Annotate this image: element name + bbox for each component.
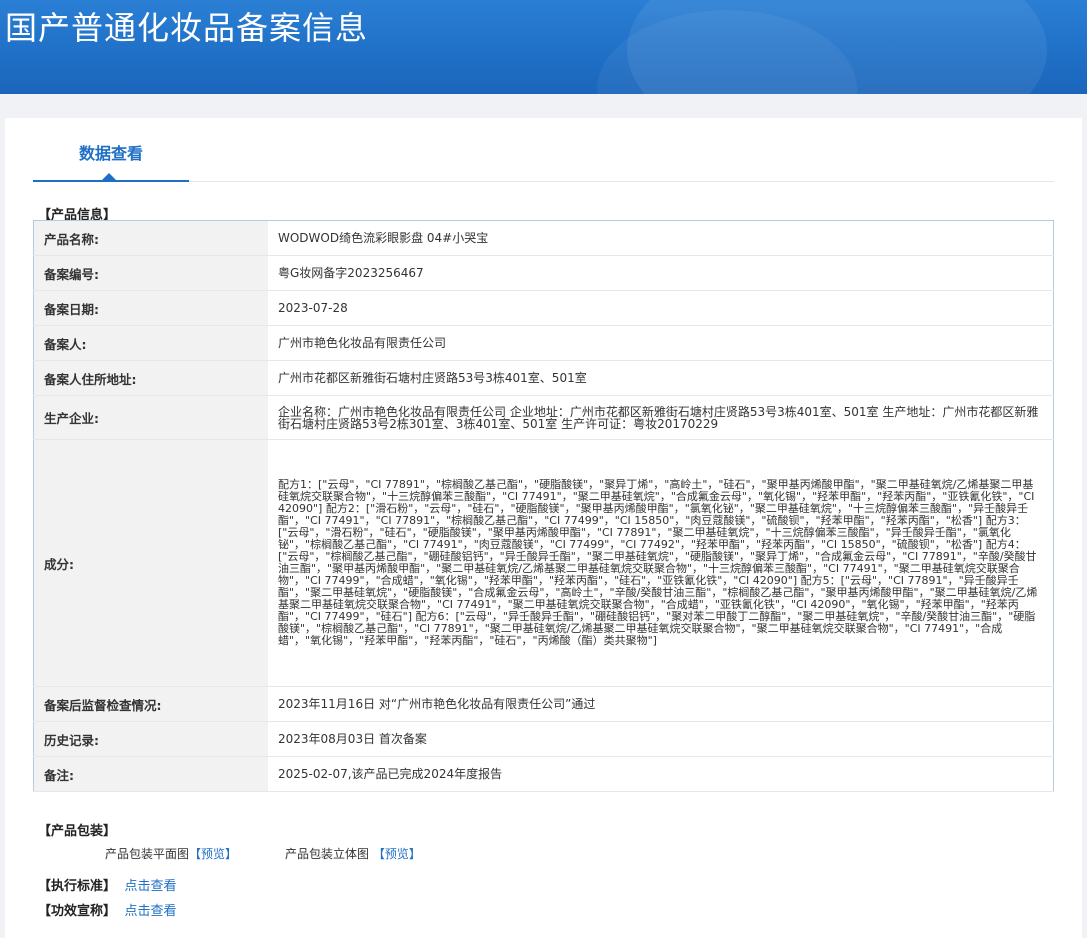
filing-number-value: 粤G妆网备字2023256467 [268,255,1054,291]
packaging-stereo-label: 产品包装立体图 [285,847,370,861]
content-panel: 数据查看 【产品信息】 产品名称: WODWOD绮色流彩眼影盘 04#小哭宝 备… [5,118,1082,938]
efficacy-view-link[interactable]: 点击查看 [125,904,177,919]
row-label: 生产企业: [33,395,268,440]
row-label: 备案后监督检查情况: [33,686,268,722]
packaging-flat: 产品包装平面图【预览】 [105,845,237,862]
table-row: 备案人: 广州市艳色化妆品有限责任公司 [33,325,1054,361]
row-label: 备注: [33,756,268,792]
tab-caret-icon [102,173,116,180]
row-label: 备案日期: [33,290,268,326]
row-label: 备案人住所地址: [33,360,268,396]
table-row: 成分: 配方1：["云母"，"CI 77891"，"棕榈酸乙基己酯"，"硬脂酸镁… [33,439,1054,687]
packaging-title: 【产品包装】 [38,824,117,839]
remark-value: 2025-02-07,该产品已完成2024年度报告 [268,756,1054,792]
table-row: 备注: 2025-02-07,该产品已完成2024年度报告 [33,756,1054,792]
page-header: 国产普通化妆品备案信息 [0,0,1087,94]
packaging-stereo-preview-link[interactable]: 【预览】 [373,847,421,861]
table-row: 生产企业: 企业名称：广州市艳色化妆品有限责任公司 企业地址：广州市花都区新雅街… [33,395,1054,440]
filer-value: 广州市艳色化妆品有限责任公司 [268,325,1054,361]
table-row: 备案日期: 2023-07-28 [33,290,1054,326]
inspection-value: 2023年11月16日 对“广州市艳色化妆品有限责任公司”通过 [268,686,1054,722]
ingredients-value: 配方1：["云母"，"CI 77891"，"棕榈酸乙基己酯"，"硬脂酸镁"，"聚… [268,439,1054,687]
row-label: 成分: [33,439,268,687]
table-row: 历史记录: 2023年08月03日 首次备案 [33,721,1054,757]
row-label: 产品名称: [33,220,268,256]
tab-active-underline [33,180,189,182]
history-value: 2023年08月03日 首次备案 [268,721,1054,757]
row-label: 历史记录: [33,721,268,757]
standard-title: 【执行标准】 [38,879,117,894]
table-row: 产品名称: WODWOD绮色流彩眼影盘 04#小哭宝 [33,220,1054,256]
page-title: 国产普通化妆品备案信息 [5,9,369,47]
packaging-flat-label: 产品包装平面图 [105,847,190,861]
table-row: 备案人住所地址: 广州市花都区新雅街石塘村庄贤路53号3栋401室、501室 [33,360,1054,396]
product-name-value: WODWOD绮色流彩眼影盘 04#小哭宝 [268,220,1054,256]
manufacturer-value: 企业名称：广州市艳色化妆品有限责任公司 企业地址：广州市花都区新雅街石塘村庄贤路… [268,395,1054,440]
efficacy-row: 【功效宣称】 点击查看 [38,900,177,919]
standard-view-link[interactable]: 点击查看 [125,879,177,894]
filing-date-value: 2023-07-28 [268,290,1054,326]
filer-address-value: 广州市花都区新雅街石塘村庄贤路53号3栋401室、501室 [268,360,1054,396]
packaging-stereo: 产品包装立体图 【预览】 [285,845,421,862]
row-label: 备案编号: [33,255,268,291]
product-info-table: 产品名称: WODWOD绮色流彩眼影盘 04#小哭宝 备案编号: 粤G妆网备字2… [33,220,1054,792]
standard-row: 【执行标准】 点击查看 [38,875,177,894]
efficacy-title: 【功效宣称】 [38,904,117,919]
packaging-flat-preview-link[interactable]: 【预览】 [189,847,237,861]
table-row: 备案后监督检查情况: 2023年11月16日 对“广州市艳色化妆品有限责任公司”… [33,686,1054,722]
table-row: 备案编号: 粤G妆网备字2023256467 [33,255,1054,291]
row-label: 备案人: [33,325,268,361]
